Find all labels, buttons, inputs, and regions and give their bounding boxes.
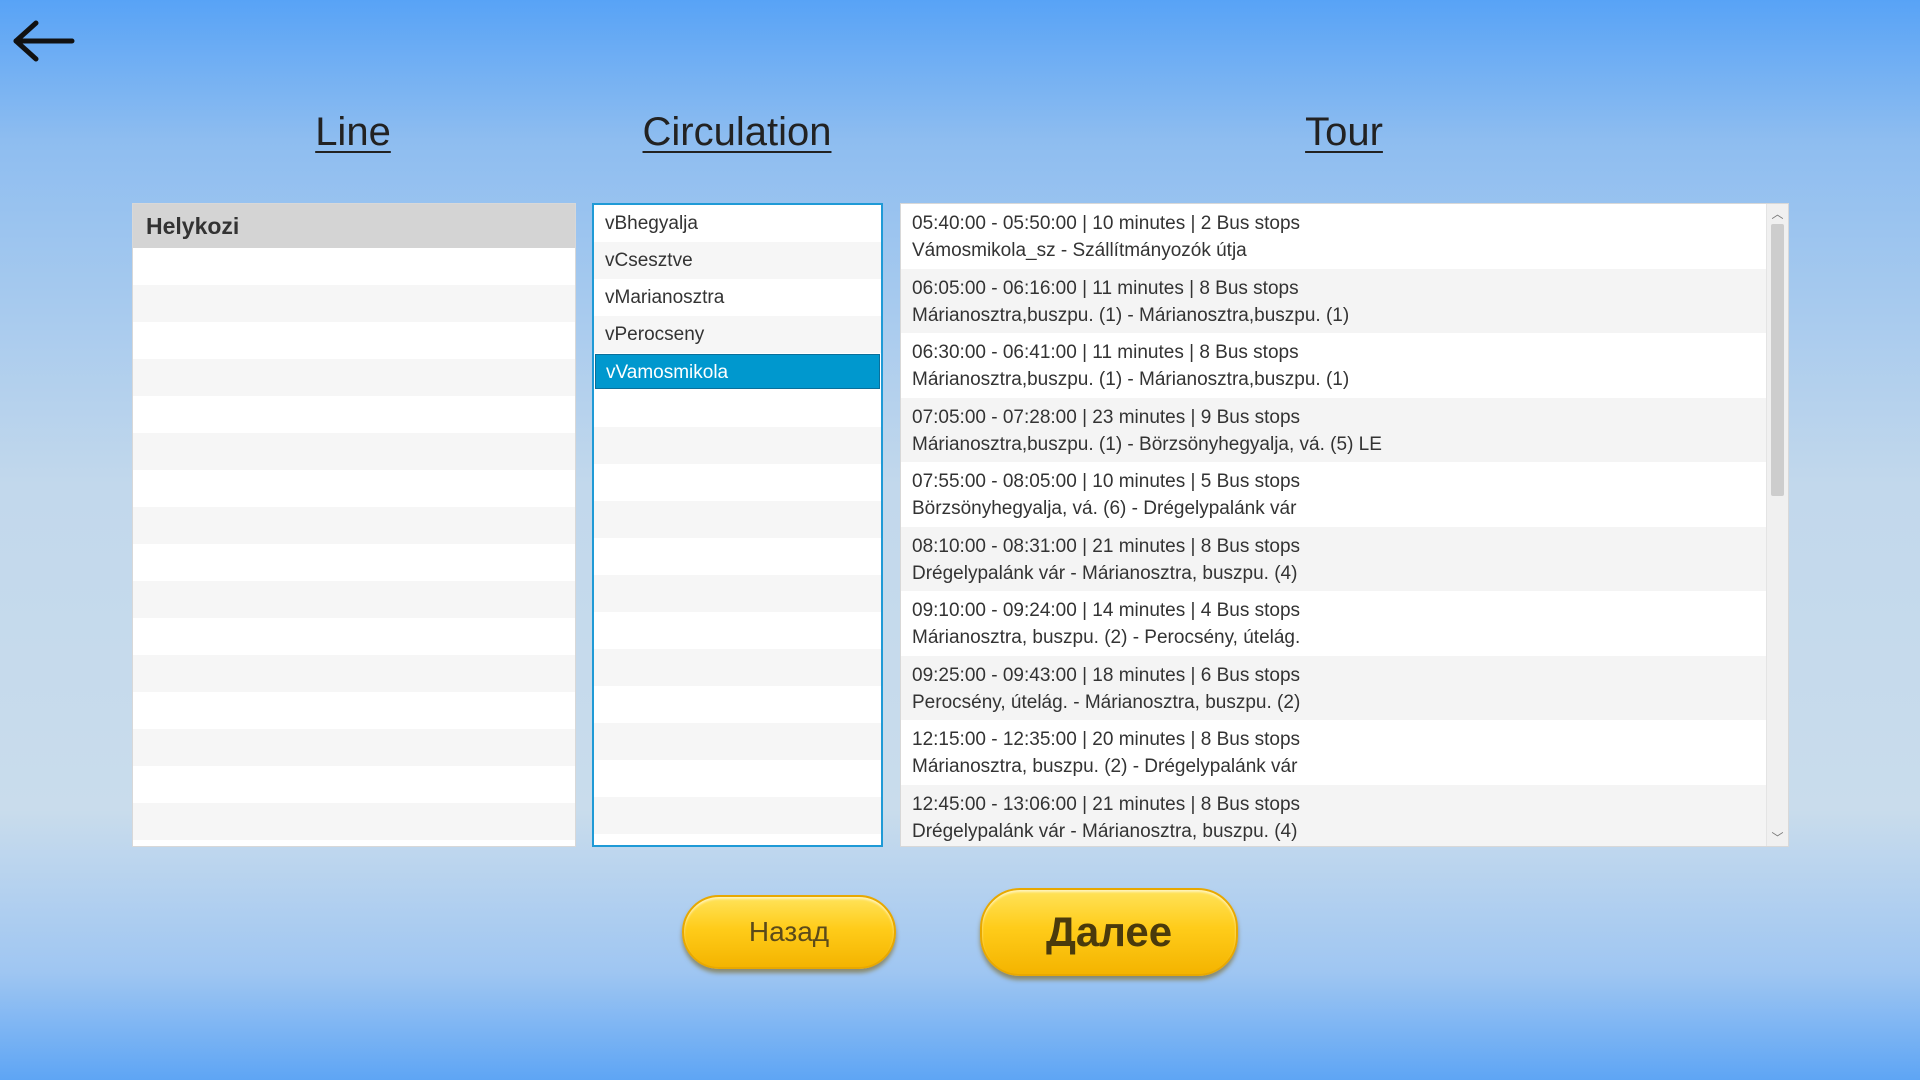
circulation-item[interactable]: vBhegyalja (594, 205, 881, 242)
tour-item-time: 09:25:00 - 09:43:00 | 18 minutes | 6 Bus… (912, 664, 1301, 686)
scroll-down-icon[interactable]: ﹀ (1767, 828, 1788, 846)
tour-item-time: 12:45:00 - 13:06:00 | 21 minutes | 8 Bus… (912, 793, 1301, 815)
line-list-empty-rows (133, 248, 575, 846)
tour-item[interactable]: 05:40:00 - 05:50:00 | 10 minutes | 2 Bus… (901, 204, 1766, 269)
circulation-list[interactable]: vBhegyalja vCsesztve vMarianosztra vPerocse… (592, 203, 883, 847)
tour-item-route: Vámosmikola_sz - Szállítmányozók útja (912, 240, 1247, 261)
circulation-item[interactable]: vMarianosztra (594, 279, 881, 316)
tour-item-time: 05:40:00 - 05:50:00 | 10 minutes | 2 Bus… (912, 213, 1301, 234)
tour-item-route: Márianosztra,buszpu. (1) - Márianosztra,… (912, 369, 1350, 390)
tour-item[interactable]: 07:05:00 - 07:28:00 | 23 minutes | 9 Bus… (901, 397, 1766, 462)
empty-row (594, 797, 881, 834)
circulation-list-empty-rows (594, 390, 881, 845)
empty-row (133, 692, 575, 729)
empty-row (133, 248, 575, 285)
empty-row (133, 729, 575, 766)
empty-row (133, 655, 575, 692)
tour-item-time: 06:30:00 - 06:41:00 | 11 minutes | 8 Bus… (912, 342, 1299, 363)
tour-item-route: Márianosztra, buszpu. (2) - Drégelypalán… (912, 756, 1298, 777)
tour-item[interactable]: 12:45:00 - 13:06:00 | 21 minutes | 8 Bus… (901, 784, 1766, 846)
back-button[interactable]: Назад (682, 895, 896, 969)
tour-item-time: 06:05:00 - 06:16:00 | 11 minutes | 8 Bus… (912, 277, 1299, 299)
tour-item-route: Drégelypalánk vár - Márianosztra, buszpu… (912, 562, 1298, 584)
empty-row (594, 834, 881, 845)
empty-row (133, 359, 575, 396)
empty-row (133, 581, 575, 618)
tour-item-time: 07:55:00 - 08:05:00 | 10 minutes | 5 Bus… (912, 471, 1301, 492)
tour-scrollbar[interactable]: ︿ ﹀ (1766, 204, 1788, 846)
tour-item-route: Márianosztra, buszpu. (2) - Perocsény, ú… (912, 627, 1301, 648)
empty-row (133, 285, 575, 322)
tour-item[interactable]: 06:30:00 - 06:41:00 | 11 minutes | 8 Bus… (901, 333, 1766, 398)
empty-row (133, 322, 575, 359)
tour-item[interactable]: 12:15:00 - 12:35:00 | 20 minutes | 8 Bus… (901, 720, 1766, 785)
scroll-up-icon[interactable]: ︿ (1767, 204, 1788, 222)
empty-row (133, 433, 575, 470)
empty-row (594, 575, 881, 612)
tour-item-route: Börzsönyhegyalja, vá. (6) - Drégelypalán… (912, 498, 1297, 519)
line-list[interactable]: Helykozi (132, 203, 576, 847)
line-heading: Line (315, 110, 391, 154)
tour-item-time: 12:15:00 - 12:35:00 | 20 minutes | 8 Bus… (912, 729, 1301, 750)
back-arrow-icon[interactable] (10, 18, 76, 64)
empty-row (594, 427, 881, 464)
empty-row (133, 544, 575, 581)
tour-list[interactable]: 05:40:00 - 05:50:00 | 10 minutes | 2 Bus… (900, 203, 1789, 847)
empty-row (594, 501, 881, 538)
circulation-heading: Circulation (642, 110, 832, 154)
tour-item-time: 08:10:00 - 08:31:00 | 21 minutes | 8 Bus… (912, 535, 1301, 557)
empty-row (133, 766, 575, 803)
tour-item[interactable]: 09:25:00 - 09:43:00 | 18 minutes | 6 Bus… (901, 655, 1766, 720)
tour-item-route: Márianosztra,buszpu. (1) - Börzsönyhegya… (912, 433, 1382, 455)
tour-item-time: 09:10:00 - 09:24:00 | 14 minutes | 4 Bus… (912, 600, 1301, 621)
empty-row (594, 390, 881, 427)
empty-row (133, 803, 575, 840)
tour-item-time: 07:05:00 - 07:28:00 | 23 minutes | 9 Bus… (912, 406, 1301, 428)
empty-row (133, 470, 575, 507)
tour-item[interactable]: 07:55:00 - 08:05:00 | 10 minutes | 5 Bus… (901, 462, 1766, 527)
next-button[interactable]: Далее (980, 888, 1238, 976)
circulation-item[interactable]: vPerocseny (594, 316, 881, 353)
empty-row (594, 723, 881, 760)
empty-row (594, 538, 881, 575)
empty-row (133, 507, 575, 544)
circulation-item[interactable]: vCsesztve (594, 242, 881, 279)
empty-row (133, 618, 575, 655)
line-list-item[interactable]: Helykozi (133, 204, 575, 248)
empty-row (594, 649, 881, 686)
empty-row (594, 464, 881, 501)
tour-item-route: Márianosztra,buszpu. (1) - Márianosztra,… (912, 304, 1350, 326)
circulation-item[interactable]: vVamosmikola (594, 353, 881, 390)
empty-row (594, 686, 881, 723)
scroll-thumb[interactable] (1771, 224, 1784, 496)
tour-item-route: Drégelypalánk vár - Márianosztra, buszpu… (912, 820, 1298, 842)
empty-row (133, 396, 575, 433)
tour-item[interactable]: 06:05:00 - 06:16:00 | 11 minutes | 8 Bus… (901, 268, 1766, 333)
tour-item-route: Perocsény, útelág. - Márianosztra, buszp… (912, 691, 1301, 713)
tour-item[interactable]: 08:10:00 - 08:31:00 | 21 minutes | 8 Bus… (901, 526, 1766, 591)
tour-item[interactable]: 09:10:00 - 09:24:00 | 14 minutes | 4 Bus… (901, 591, 1766, 656)
empty-row (594, 760, 881, 797)
empty-row (594, 612, 881, 649)
tour-heading: Tour (1305, 110, 1383, 154)
